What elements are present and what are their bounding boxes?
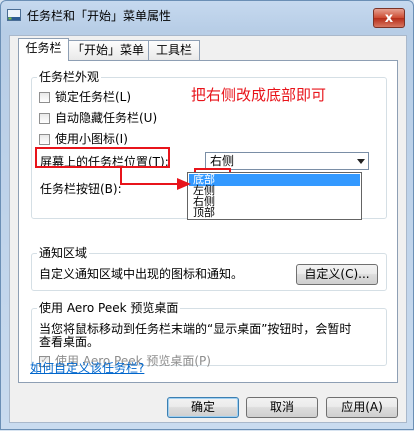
customize-button[interactable]: 自定义(C)...: [296, 264, 378, 285]
help-link[interactable]: 如何自定义该任务栏?: [30, 359, 144, 376]
properties-window: 任务栏和「开始」菜单属性 x 任务栏 「开始」菜单 工具栏 任务栏外观 锁定任务…: [0, 0, 414, 430]
ok-button[interactable]: 确定: [167, 397, 239, 418]
checkbox-label: 自动隐藏任务栏(U): [55, 111, 158, 125]
appearance-group-title: 任务栏外观: [37, 70, 102, 84]
tab-taskbar[interactable]: 任务栏: [18, 38, 69, 61]
checkbox-box: [39, 91, 50, 103]
notification-group-title: 通知区域: [37, 246, 90, 260]
taskbar-position-value: 右侧: [210, 154, 235, 168]
aero-peek-description-line2: 查看桌面。: [39, 335, 100, 349]
annotation-text: 把右侧改成底部即可: [191, 86, 327, 104]
checkbox-label: 使用小图标(I): [55, 132, 128, 146]
lock-taskbar-checkbox[interactable]: 锁定任务栏(L): [39, 90, 131, 104]
apply-button[interactable]: 应用(A): [326, 397, 398, 418]
taskbar-app-icon: [7, 9, 21, 21]
cancel-button[interactable]: 取消: [246, 397, 318, 418]
taskbar-buttons-label: 任务栏按钮(B):: [40, 182, 122, 196]
position-label-highlight: [35, 147, 170, 168]
taskbar-tab-panel: 任务栏外观 锁定任务栏(L) 自动隐藏任务栏(U) 使用小图标(I) 屏幕上的任…: [18, 60, 398, 383]
tab-start-menu[interactable]: 「开始」菜单: [66, 40, 150, 60]
chevron-down-icon: [357, 159, 365, 164]
title-bar[interactable]: 任务栏和「开始」菜单属性 x: [1, 1, 413, 31]
close-button[interactable]: x: [373, 8, 405, 28]
dropdown-option-top[interactable]: 顶部: [189, 207, 360, 219]
checkbox-label: 锁定任务栏(L): [55, 90, 132, 104]
aero-peek-description-line1: 当您将鼠标移动到任务栏末端的“显示桌面”按钮时，会暂时: [39, 322, 352, 336]
close-icon: x: [384, 10, 394, 26]
notification-description: 自定义通知区域中出现的图标和通知。: [39, 267, 244, 281]
aero-peek-group-title: 使用 Aero Peek 预览桌面: [37, 301, 181, 315]
autohide-taskbar-checkbox[interactable]: 自动隐藏任务栏(U): [39, 111, 157, 125]
taskbar-position-dropdown: 底部 左侧 右侧 顶部: [187, 172, 362, 220]
checkbox-box: [39, 133, 50, 145]
small-icons-checkbox[interactable]: 使用小图标(I): [39, 132, 128, 146]
window-title: 任务栏和「开始」菜单属性: [27, 9, 172, 23]
tab-toolbars[interactable]: 工具栏: [148, 40, 200, 60]
checkbox-box: [39, 112, 50, 124]
